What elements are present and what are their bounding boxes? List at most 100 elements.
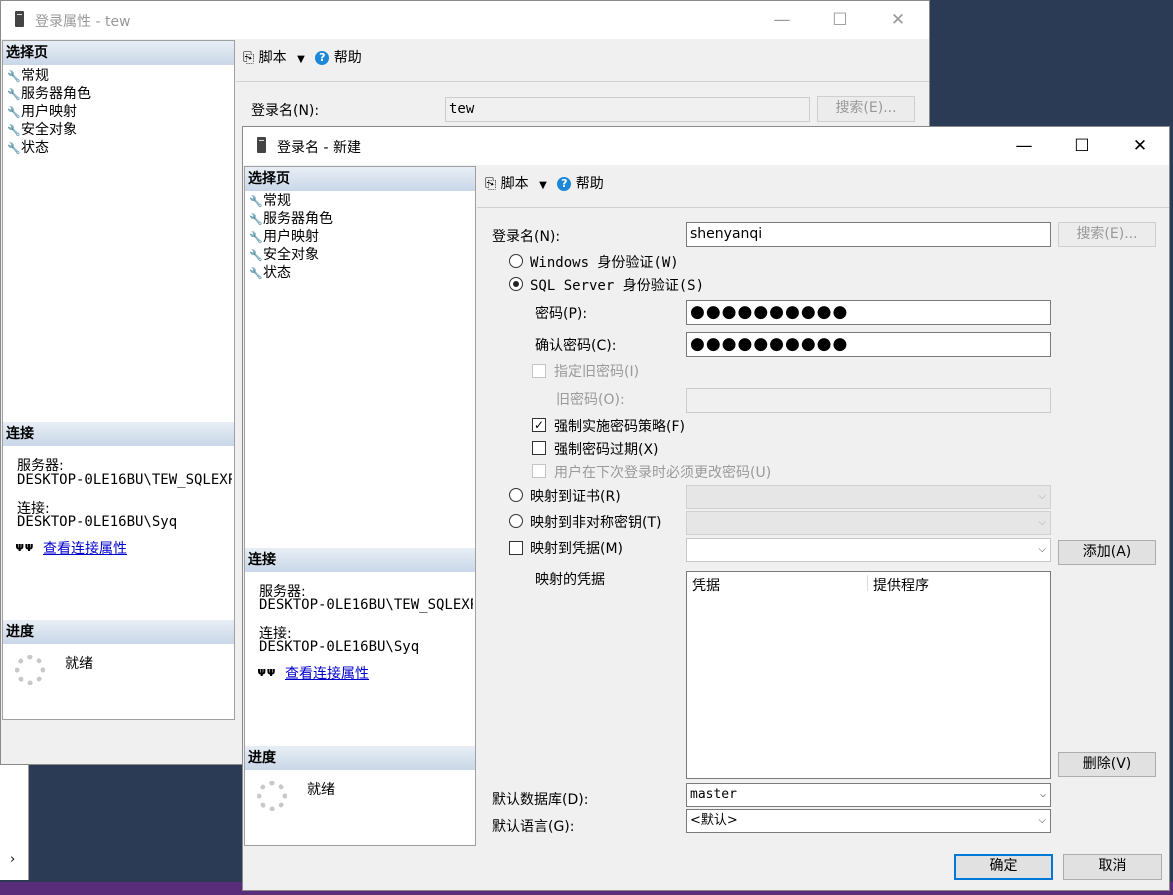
old-password-field[interactable]	[686, 388, 1051, 413]
enforce-expiration-checkbox[interactable]	[532, 441, 546, 455]
page-item-securables[interactable]: 🔧安全对象	[249, 246, 319, 264]
page-item-general[interactable]: 🔧常规	[249, 192, 291, 210]
select-page-header: 选择页	[3, 41, 234, 65]
left-pane: 选择页 🔧常规 🔧服务器角色 🔧用户映射 🔧安全对象 🔧状态 连接 服务器: D…	[244, 166, 476, 846]
page-item-general[interactable]: 🔧常规	[7, 67, 49, 85]
cancel-button[interactable]: 取消	[1063, 854, 1162, 880]
map-credential-label[interactable]: 映射到凭据(M)	[530, 538, 623, 558]
sql-auth-radio[interactable]	[509, 277, 523, 291]
connection-value: DESKTOP-0LE16BU\Syq	[17, 514, 178, 530]
maximize-button[interactable]: ☐	[1053, 127, 1111, 165]
map-asymmetric-key-label[interactable]: 映射到非对称密钥(T)	[530, 512, 661, 532]
help-button[interactable]: 帮助	[576, 176, 604, 192]
wrench-icon: 🔧	[7, 106, 21, 119]
map-asymmetric-key-radio[interactable]	[509, 514, 523, 528]
must-change-checkbox[interactable]	[532, 464, 546, 478]
must-change-label: 用户在下次登录时必须更改密码(U)	[554, 465, 772, 481]
close-button[interactable]: ✕	[869, 1, 927, 39]
map-credential-checkbox[interactable]	[509, 541, 523, 555]
help-icon: ?	[557, 177, 572, 191]
add-credential-button[interactable]: 添加(A)	[1058, 540, 1156, 565]
page-item-status[interactable]: 🔧状态	[7, 139, 49, 157]
ok-button[interactable]: 确定	[954, 854, 1053, 880]
toolbar-divider	[236, 81, 929, 82]
sql-auth-label[interactable]: SQL Server 身份验证(S)	[530, 275, 704, 295]
select-page-header: 选择页	[245, 167, 475, 191]
page-label: 服务器角色	[21, 86, 91, 102]
mapped-credentials-table[interactable]: 凭据 提供程序	[686, 571, 1051, 779]
login-name-label: 登录名(N):	[492, 229, 561, 245]
connection-header: 连接	[245, 548, 475, 572]
enforce-policy-checkbox[interactable]: ✓	[532, 418, 546, 432]
progress-status: 就绪	[65, 656, 93, 672]
chevron-down-icon: ⌵	[1038, 517, 1046, 528]
page-label: 安全对象	[21, 122, 77, 138]
maximize-button[interactable]: ☐	[811, 1, 869, 39]
progress-spinner-icon	[15, 655, 45, 685]
wrench-icon: 🔧	[249, 231, 263, 244]
wrench-icon: 🔧	[249, 267, 263, 280]
script-icon: ⎘	[485, 176, 497, 192]
minimize-button[interactable]: —	[753, 1, 811, 39]
progress-spinner-icon	[257, 781, 287, 811]
windows-auth-label[interactable]: Windows 身份验证(W)	[530, 252, 679, 272]
help-button[interactable]: 帮助	[334, 50, 362, 66]
certificate-select[interactable]: ⌵	[686, 485, 1051, 509]
window-title: 登录名 - 新建	[277, 140, 361, 156]
page-item-user-mapping[interactable]: 🔧用户映射	[7, 103, 77, 121]
title-bar[interactable]: 登录名 - 新建 — ☐ ✕	[243, 127, 1169, 165]
connection-value: DESKTOP-0LE16BU\Syq	[259, 639, 420, 655]
login-new-window: 登录名 - 新建 — ☐ ✕ 选择页 🔧常规 🔧服务器角色 🔧用户映射 🔧安全对…	[242, 126, 1170, 891]
page-item-server-roles[interactable]: 🔧服务器角色	[7, 85, 91, 103]
page-item-user-mapping[interactable]: 🔧用户映射	[249, 228, 319, 246]
login-name-field[interactable]: shenyanqi	[686, 222, 1051, 247]
background-window-edge: ›	[0, 760, 29, 880]
page-label: 状态	[21, 140, 49, 156]
page-item-status[interactable]: 🔧状态	[249, 264, 291, 282]
sql-server-icon	[15, 11, 24, 27]
chevron-down-icon: ⌵	[1038, 815, 1046, 826]
specify-old-password-checkbox[interactable]	[532, 364, 546, 378]
map-certificate-label[interactable]: 映射到证书(R)	[530, 486, 621, 506]
search-button[interactable]: 搜索(E)...	[1058, 222, 1156, 247]
default-language-label: 默认语言(G):	[492, 819, 575, 835]
page-label: 状态	[263, 265, 291, 281]
progress-header: 进度	[245, 746, 475, 770]
column-header-provider[interactable]: 提供程序	[873, 575, 929, 595]
toolbar: ⎘ 脚本 ▼ ? 帮助	[485, 173, 604, 193]
script-button[interactable]: 脚本	[259, 50, 287, 66]
confirm-password-field[interactable]: ●●●●●●●●●●	[686, 332, 1051, 357]
page-item-server-roles[interactable]: 🔧服务器角色	[249, 210, 333, 228]
old-password-label: 旧密码(O):	[556, 392, 625, 408]
script-button[interactable]: 脚本	[501, 176, 529, 192]
script-icon: ⎘	[243, 50, 255, 66]
default-database-select[interactable]: master ⌵	[686, 783, 1051, 807]
enforce-expiration-label[interactable]: 强制密码过期(X)	[554, 439, 659, 459]
column-header-credential[interactable]: 凭据	[692, 575, 720, 595]
map-certificate-radio[interactable]	[509, 488, 523, 502]
script-dropdown-icon[interactable]: ▼	[539, 180, 547, 191]
page-item-securables[interactable]: 🔧安全对象	[7, 121, 77, 139]
view-connection-properties-link[interactable]: 查看连接属性	[43, 538, 127, 558]
close-button[interactable]: ✕	[1111, 127, 1169, 165]
enforce-policy-label[interactable]: 强制实施密码策略(F)	[554, 416, 685, 436]
chevron-right-icon[interactable]: ›	[10, 852, 15, 867]
password-field[interactable]: ●●●●●●●●●●	[686, 300, 1051, 325]
progress-header: 进度	[3, 620, 234, 644]
script-dropdown-icon[interactable]: ▼	[297, 54, 305, 65]
login-name-field[interactable]: tew	[445, 97, 810, 122]
search-button[interactable]: 搜索(E)...	[817, 96, 915, 122]
title-bar[interactable]: 登录属性 - tew — ☐ ✕	[1, 1, 929, 39]
minimize-button[interactable]: —	[995, 127, 1053, 165]
default-database-value: master	[690, 787, 737, 802]
asymmetric-key-select[interactable]: ⌵	[686, 511, 1051, 535]
page-label: 常规	[263, 193, 291, 209]
wrench-icon: 🔧	[7, 70, 21, 83]
page-label: 安全对象	[263, 247, 319, 263]
default-language-select[interactable]: <默认> ⌵	[686, 809, 1051, 833]
server-value: DESKTOP-0LE16BU\TEW_SQLEXPRESS	[259, 597, 473, 613]
windows-auth-radio[interactable]	[509, 254, 523, 268]
remove-credential-button[interactable]: 删除(V)	[1058, 752, 1156, 777]
view-connection-properties-link[interactable]: 查看连接属性	[285, 663, 369, 683]
credential-select[interactable]: ⌵	[686, 538, 1051, 562]
